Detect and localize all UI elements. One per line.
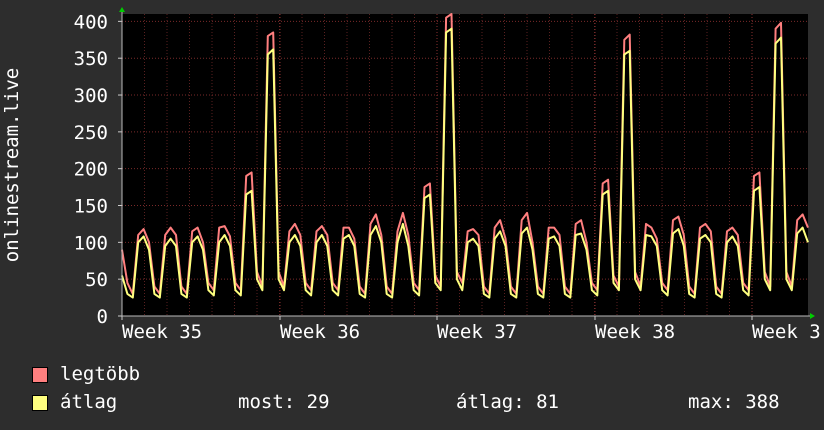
x-tick-label: Week 35: [122, 321, 202, 343]
stat-average: átlag: 81: [456, 391, 559, 413]
x-tick-label: Week 37: [437, 321, 517, 343]
y-tick-label: 350: [74, 48, 108, 70]
y-tick-label: 250: [74, 122, 108, 144]
y-tick-label: 50: [85, 269, 108, 291]
y-axis-arrow-icon: [119, 7, 125, 12]
y-tick-label: 300: [74, 85, 108, 107]
x-tick-label: Week 36: [280, 321, 360, 343]
y-axis-label: onlinestream.live: [1, 68, 23, 262]
y-tick-label: 200: [74, 159, 108, 181]
legend-label-avg: átlag: [60, 391, 118, 413]
legend-swatch-avg: [32, 395, 48, 411]
legend-label-max: legtöbb: [60, 363, 141, 385]
y-tick-label: 0: [97, 306, 108, 328]
stat-current: most: 29: [238, 391, 330, 413]
y-tick-label: 400: [74, 11, 108, 33]
x-tick-label: Week 3: [752, 321, 821, 343]
stat-max: max: 388: [688, 391, 780, 413]
y-tick-label: 100: [74, 232, 108, 254]
y-tick-label: 150: [74, 196, 108, 218]
x-tick-label: Week 38: [595, 321, 675, 343]
x-axis-arrow-icon: [810, 313, 815, 319]
legend-swatch-max: [32, 367, 48, 383]
